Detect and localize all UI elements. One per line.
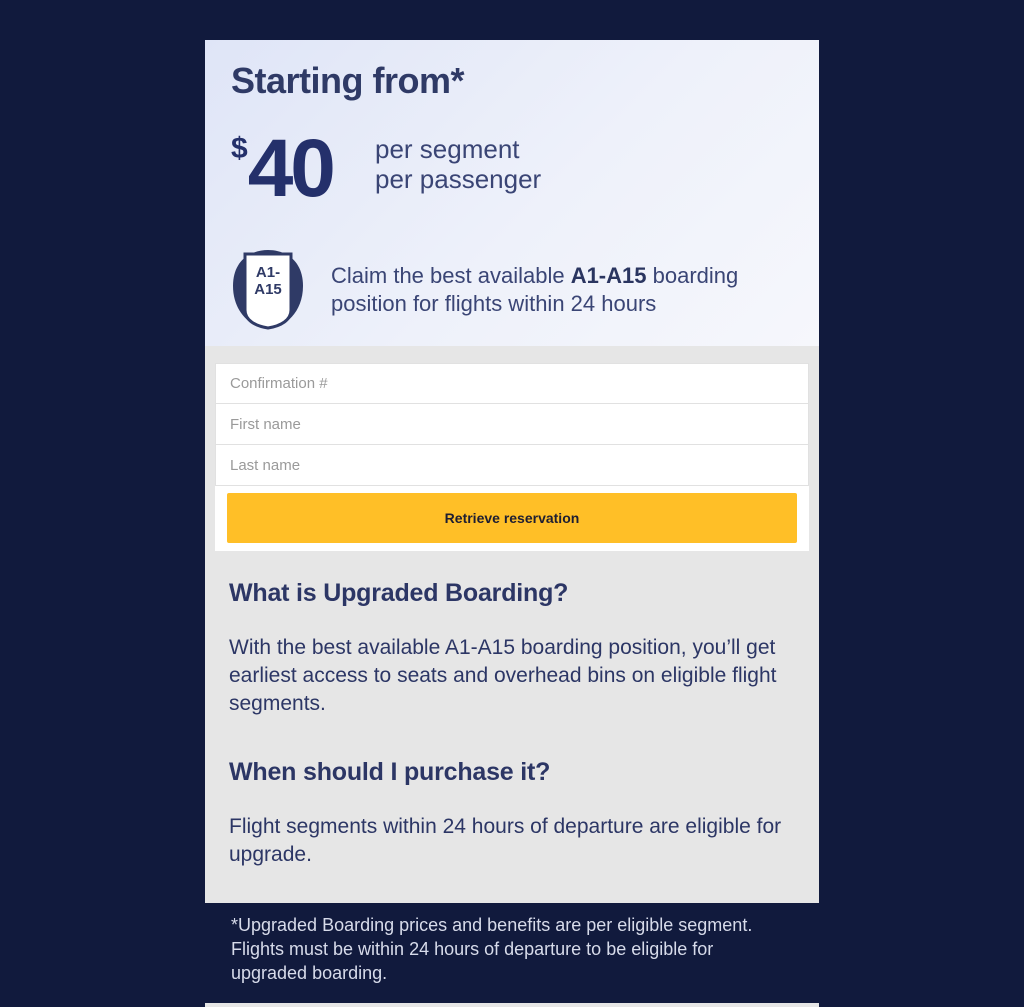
- bottom-divider: [205, 1003, 819, 1007]
- price-amount: 40: [247, 123, 336, 214]
- promo-hero: Starting from* $ 40 per segment per pass…: [205, 40, 819, 346]
- claim-text-start: Claim the best available: [331, 263, 571, 288]
- retrieve-reservation-button[interactable]: Retrieve reservation: [227, 493, 797, 543]
- claim-text-bold: A1-A15: [570, 263, 647, 288]
- badge-line-1: A1-: [255, 264, 281, 281]
- price: $ 40: [231, 123, 336, 214]
- first-name-input[interactable]: [215, 404, 809, 445]
- price-unit-passenger: per passenger: [375, 164, 542, 194]
- hero-title: Starting from*: [231, 60, 465, 101]
- info-section: What is Upgraded Boarding? With the best…: [205, 551, 819, 903]
- reservation-form: Retrieve reservation: [215, 363, 809, 551]
- submit-button-wrap: Retrieve reservation: [215, 486, 809, 543]
- price-currency: $: [231, 132, 248, 165]
- confirmation-number-input[interactable]: [215, 363, 809, 404]
- badge-label: A1- A15: [229, 264, 307, 298]
- hero-claim-text: Claim the best available A1-A15 boarding…: [331, 262, 791, 318]
- faq-question-when: When should I purchase it?: [229, 758, 551, 786]
- footnote: *Upgraded Boarding prices and benefits a…: [231, 915, 753, 983]
- price-unit-segment: per segment: [375, 134, 520, 164]
- faq-answer-when: Flight segments within 24 hours of depar…: [229, 815, 782, 866]
- faq-answer-what: With the best available A1-A15 boarding …: [229, 636, 777, 715]
- reservation-form-wrap: Retrieve reservation: [205, 346, 819, 551]
- last-name-input[interactable]: [215, 445, 809, 486]
- faq-question-what: What is Upgraded Boarding?: [229, 579, 569, 607]
- badge-line-2: A15: [254, 281, 282, 298]
- price-unit: per segment per passenger: [375, 134, 541, 194]
- upgraded-boarding-panel: Starting from* $ 40 per segment per pass…: [205, 40, 819, 985]
- boarding-badge-icon: A1- A15: [229, 246, 307, 332]
